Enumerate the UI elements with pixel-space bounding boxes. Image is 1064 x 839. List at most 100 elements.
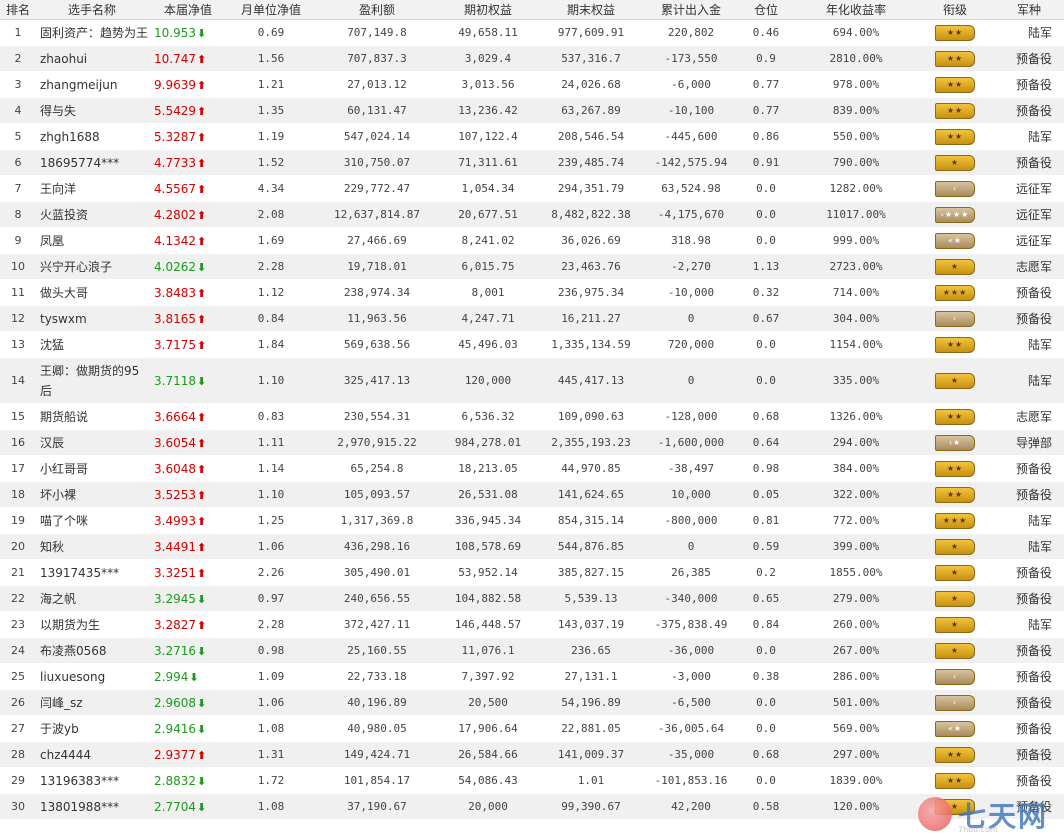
header-net-flow[interactable]: 累计出入金 bbox=[646, 0, 736, 20]
player-name-link[interactable]: 小红哥哥 bbox=[36, 455, 148, 482]
monthly-nav-cell: 1.84 bbox=[228, 331, 314, 358]
arrow-up-icon: ⬆ bbox=[197, 52, 207, 66]
table-row[interactable]: 13 沈猛 3.7175⬆ 1.84 569,638.56 45,496.03 1,335,… bbox=[0, 331, 1064, 358]
player-name-link[interactable]: zhangmeijun bbox=[36, 71, 148, 98]
table-row[interactable]: 16 汉辰 3.6054⬆ 1.11 2,970,915.22 984,278.01 2,3… bbox=[0, 429, 1064, 456]
table-row[interactable]: 18 坏小裸 3.5253⬆ 1.10 105,093.57 26,531.08 141,6… bbox=[0, 481, 1064, 508]
header-profit[interactable]: 盈利额 bbox=[314, 0, 440, 20]
player-name-link[interactable]: 做头大哥 bbox=[36, 279, 148, 306]
header-name[interactable]: 选手名称 bbox=[36, 0, 148, 20]
player-name-link[interactable]: 知秋 bbox=[36, 533, 148, 560]
nav-value: 3.4993 bbox=[154, 513, 196, 528]
player-name-link[interactable]: 固利资产：趋势为王 bbox=[36, 19, 148, 46]
table-row[interactable]: 30 13801988*** 2.7704⬇ 1.08 37,190.67 20,000 9… bbox=[0, 793, 1064, 820]
player-name-link[interactable]: 13917435*** bbox=[36, 559, 148, 586]
end-equity-cell: 44,970.85 bbox=[536, 455, 646, 482]
branch-cell: 陆军 bbox=[994, 611, 1064, 638]
annual-return-cell: 322.00% bbox=[796, 481, 916, 508]
start-equity-cell: 54,086.43 bbox=[440, 767, 536, 794]
player-name-link[interactable]: 于波yb bbox=[36, 715, 148, 742]
monthly-nav-cell: 1.10 bbox=[228, 357, 314, 404]
profit-cell: 707,837.3 bbox=[314, 45, 440, 72]
table-row[interactable]: 4 得与失 5.5429⬆ 1.35 60,131.47 13,236.42 63,267.… bbox=[0, 97, 1064, 124]
table-row[interactable]: 15 期货船说 3.6664⬆ 0.83 230,554.31 6,536.32 109,0… bbox=[0, 403, 1064, 430]
player-name-link[interactable]: liuxuesong bbox=[36, 663, 148, 690]
player-name-link[interactable]: zhaohui bbox=[36, 45, 148, 72]
branch-cell: 远征军 bbox=[994, 227, 1064, 254]
rank-cell: 14 bbox=[0, 357, 36, 404]
table-row[interactable]: 28 chz4444 2.9377⬆ 1.31 149,424.71 26,584.66 1… bbox=[0, 741, 1064, 768]
net-flow-cell: -10,000 bbox=[646, 279, 736, 306]
table-row[interactable]: 5 zhgh1688 5.3287⬆ 1.19 547,024.14 107,122.4 2… bbox=[0, 123, 1064, 150]
net-flow-cell: 63,524.98 bbox=[646, 175, 736, 202]
nav-cell: 5.3287⬆ bbox=[148, 123, 228, 150]
player-name-link[interactable]: chz4444 bbox=[36, 741, 148, 768]
header-position[interactable]: 仓位 bbox=[736, 0, 796, 20]
net-flow-cell: -35,000 bbox=[646, 741, 736, 768]
table-row[interactable]: 10 兴宁开心浪子 4.0262⬇ 2.28 19,718.01 6,015.75 23,4… bbox=[0, 253, 1064, 280]
rank-cell: 10 bbox=[0, 253, 36, 280]
table-row[interactable]: 22 海之帆 3.2945⬇ 0.97 240,656.55 104,882.58 5,53… bbox=[0, 585, 1064, 612]
table-row[interactable]: 19 喵了个咪 3.4993⬆ 1.25 1,317,369.8 336,945.34 85… bbox=[0, 507, 1064, 534]
header-end-equity[interactable]: 期末权益 bbox=[536, 0, 646, 20]
arrow-down-icon: ⬇ bbox=[189, 670, 199, 684]
annual-return-cell: 1839.00% bbox=[796, 767, 916, 794]
player-name-link[interactable]: 王向洋 bbox=[36, 175, 148, 202]
end-equity-cell: 236.65 bbox=[536, 637, 646, 664]
player-name-link[interactable]: 汉辰 bbox=[36, 429, 148, 456]
table-row[interactable]: 26 闫峰_sz 2.9608⬇ 1.06 40,196.89 20,500 54,196.… bbox=[0, 689, 1064, 716]
player-name-link[interactable]: 王卿：做期货的95后 bbox=[36, 357, 148, 404]
rank-badge-icon: ★ bbox=[935, 590, 975, 607]
table-row[interactable]: 25 liuxuesong 2.994⬇ 1.09 22,733.18 7,397.92 2… bbox=[0, 663, 1064, 690]
player-name-link[interactable]: 喵了个咪 bbox=[36, 507, 148, 534]
player-name-link[interactable]: 坏小裸 bbox=[36, 481, 148, 508]
table-row[interactable]: 1 固利资产：趋势为王 10.953⬇ 0.69 707,149.8 49,658.11 9… bbox=[0, 19, 1064, 46]
player-name-link[interactable]: 以期货为生 bbox=[36, 611, 148, 638]
monthly-nav-cell: 1.06 bbox=[228, 533, 314, 560]
header-rank-badge[interactable]: 衔级 bbox=[916, 0, 994, 20]
player-name-link[interactable]: 海之帆 bbox=[36, 585, 148, 612]
badge-cell: ‹ bbox=[916, 689, 994, 716]
table-row[interactable]: 6 18695774*** 4.7733⬆ 1.52 310,750.07 71,311.… bbox=[0, 149, 1064, 176]
monthly-nav-cell: 1.10 bbox=[228, 481, 314, 508]
table-row[interactable]: 24 布凌燕0568 3.2716⬇ 0.98 25,160.55 11,076.1 236… bbox=[0, 637, 1064, 664]
rank-badge-icon: ★★ bbox=[935, 408, 975, 425]
table-row[interactable]: 9 凤凰 4.1342⬆ 1.69 27,466.69 8,241.02 36,026.69… bbox=[0, 227, 1064, 254]
player-name-link[interactable]: 凤凰 bbox=[36, 227, 148, 254]
table-row[interactable]: 11 做头大哥 3.8483⬆ 1.12 238,974.34 8,001 236,975.… bbox=[0, 279, 1064, 306]
table-row[interactable]: 3 zhangmeijun 9.9639⬆ 1.21 27,013.12 3,013.56… bbox=[0, 71, 1064, 98]
player-name-link[interactable]: 期货船说 bbox=[36, 403, 148, 430]
annual-return-cell: 279.00% bbox=[796, 585, 916, 612]
table-row[interactable]: 2 zhaohui 10.747⬆ 1.56 707,837.3 3,029.4 537,3… bbox=[0, 45, 1064, 72]
table-row[interactable]: 23 以期货为生 3.2827⬆ 2.28 372,427.11 146,448.57 14… bbox=[0, 611, 1064, 638]
annual-return-cell: 2723.00% bbox=[796, 253, 916, 280]
player-name-link[interactable]: 闫峰_sz bbox=[36, 689, 148, 716]
header-branch[interactable]: 军种 bbox=[994, 0, 1064, 20]
player-name-link[interactable]: zhgh1688 bbox=[36, 123, 148, 150]
badge-cell: ★★ bbox=[916, 19, 994, 46]
table-row[interactable]: 8 火蓝投资 4.2802⬆ 2.08 12,637,814.87 20,677.51 8,… bbox=[0, 201, 1064, 228]
player-name-link[interactable]: tyswxm bbox=[36, 305, 148, 332]
table-row[interactable]: 7 王向洋 4.5567⬆ 4.34 229,772.47 1,054.34 294,351… bbox=[0, 175, 1064, 202]
player-name-link[interactable]: 13801988*** bbox=[36, 793, 148, 820]
end-equity-cell: 239,485.74 bbox=[536, 149, 646, 176]
player-name-link[interactable]: 兴宁开心浪子 bbox=[36, 253, 148, 280]
player-name-link[interactable]: 布凌燕0568 bbox=[36, 637, 148, 664]
table-row[interactable]: 27 于波yb 2.9416⬇ 1.08 40,980.05 17,906.64 22,88… bbox=[0, 715, 1064, 742]
table-row[interactable]: 21 13917435*** 3.3251⬆ 2.26 305,490.01 53,952… bbox=[0, 559, 1064, 586]
header-start-equity[interactable]: 期初权益 bbox=[440, 0, 536, 20]
table-row[interactable]: 12 tyswxm 3.8165⬆ 0.84 11,963.56 4,247.71 16,2… bbox=[0, 305, 1064, 332]
table-row[interactable]: 17 小红哥哥 3.6048⬆ 1.14 65,254.8 18,213.05 44,970… bbox=[0, 455, 1064, 482]
table-row[interactable]: 29 13196383*** 2.8832⬇ 1.72 101,854.17 54,086… bbox=[0, 767, 1064, 794]
header-monthly-nav[interactable]: 月单位净值 bbox=[228, 0, 314, 20]
table-row[interactable]: 14 王卿：做期货的95后 3.7118⬇ 1.10 325,417.13 120,000… bbox=[0, 357, 1064, 404]
header-rank[interactable]: 排名 bbox=[0, 0, 36, 20]
player-name-link[interactable]: 沈猛 bbox=[36, 331, 148, 358]
player-name-link[interactable]: 得与失 bbox=[36, 97, 148, 124]
header-nav[interactable]: 本届净值 bbox=[148, 0, 228, 20]
player-name-link[interactable]: 火蓝投资 bbox=[36, 201, 148, 228]
table-row[interactable]: 20 知秋 3.4491⬆ 1.06 436,298.16 108,578.69 544,8… bbox=[0, 533, 1064, 560]
player-name-link[interactable]: 13196383*** bbox=[36, 767, 148, 794]
header-annual-return[interactable]: 年化收益率 bbox=[796, 0, 916, 20]
player-name-link[interactable]: 18695774*** bbox=[36, 149, 148, 176]
